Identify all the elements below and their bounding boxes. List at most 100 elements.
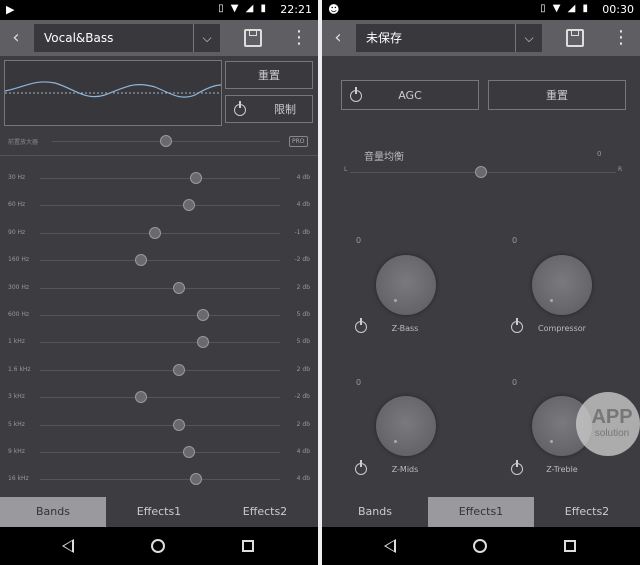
band-frequency-label: 300 Hz	[8, 284, 30, 291]
tab-bands[interactable]: Bands	[0, 497, 106, 527]
nav-recents-icon[interactable]	[564, 540, 576, 552]
status-icons: ▯ ▼ ◢ ▮	[218, 3, 268, 14]
more-vert-icon[interactable]: ⋮	[612, 27, 630, 49]
balance-thumb[interactable]	[475, 166, 487, 178]
tab-effects1[interactable]: Effects1	[106, 497, 212, 527]
band-gain-value: 4 db	[296, 475, 310, 482]
band-slider-track[interactable]	[40, 205, 280, 206]
reset-button[interactable]: 重置	[488, 80, 626, 110]
nav-home-icon[interactable]	[473, 539, 487, 553]
nav-back-icon[interactable]	[62, 539, 74, 553]
knob-indicator	[550, 440, 553, 443]
z-treble-value: 0	[512, 378, 518, 387]
band-gain-value: 4 db	[296, 201, 310, 208]
compressor-knob[interactable]	[532, 255, 592, 315]
watermark-line2: solution	[594, 428, 630, 439]
compressor-label: Compressor	[538, 324, 586, 333]
reset-label: 重置	[258, 69, 280, 82]
knob-indicator	[550, 299, 553, 302]
band-gain-value: -2 db	[294, 393, 310, 400]
tab-bands[interactable]: Bands	[322, 497, 428, 527]
z-mids-knob[interactable]	[376, 396, 436, 456]
limit-label: 限制	[274, 103, 296, 116]
band-slider-track[interactable]	[40, 370, 280, 371]
back-arrow-icon[interactable]: ‹	[328, 26, 348, 50]
band-slider-thumb[interactable]	[135, 254, 147, 266]
tab-effects2[interactable]: Effects2	[534, 497, 640, 527]
band-slider-thumb[interactable]	[183, 446, 195, 458]
status-bar: ▶ ▯ ▼ ◢ ▮ 22:21	[0, 0, 318, 20]
band-slider-track[interactable]	[40, 178, 280, 179]
agc-button[interactable]: AGC	[341, 80, 479, 110]
preamp-thumb[interactable]	[160, 135, 172, 147]
band-slider-track[interactable]	[40, 425, 280, 426]
nav-back-icon[interactable]	[384, 539, 396, 553]
chevron-down-icon[interactable]: ⌵	[193, 24, 220, 52]
band-frequency-label: 3 kHz	[8, 393, 25, 400]
band-gain-value: 2 db	[296, 421, 310, 428]
z-bass-knob[interactable]	[376, 255, 436, 315]
band-slider-track[interactable]	[40, 397, 280, 398]
band-slider-thumb[interactable]	[173, 282, 185, 294]
status-time: 22:21	[280, 3, 312, 16]
band-frequency-label: 5 kHz	[8, 421, 25, 428]
band-gain-value: 5 db	[296, 311, 310, 318]
band-slider-thumb[interactable]	[135, 391, 147, 403]
balance-left-label: L	[344, 166, 348, 173]
band-slider-track[interactable]	[40, 315, 280, 316]
band-slider-thumb[interactable]	[197, 336, 209, 348]
band-slider-thumb[interactable]	[183, 199, 195, 211]
knob-indicator	[394, 299, 397, 302]
agc-label: AGC	[398, 89, 422, 102]
status-time: 00:30	[602, 3, 634, 16]
preset-selector[interactable]: Vocal&Bass ⌵	[34, 24, 220, 52]
eq-curve-graph	[4, 60, 222, 126]
more-vert-icon[interactable]: ⋮	[290, 27, 308, 49]
nav-home-icon[interactable]	[151, 539, 165, 553]
band-frequency-label: 1.6 kHz	[8, 366, 31, 373]
limit-button[interactable]: 限制	[225, 95, 313, 123]
band-slider-track[interactable]	[40, 342, 280, 343]
status-icons: ▯ ▼ ◢ ▮	[540, 3, 590, 14]
band-slider-thumb[interactable]	[173, 419, 185, 431]
band-slider-thumb[interactable]	[190, 172, 202, 184]
reset-button[interactable]: 重置	[225, 61, 313, 89]
tab-effects1[interactable]: Effects1	[428, 497, 534, 527]
band-frequency-label: 30 Hz	[8, 174, 26, 181]
band-frequency-label: 9 kHz	[8, 448, 25, 455]
watermark-line1: APP	[591, 406, 633, 428]
band-gain-value: 2 db	[296, 284, 310, 291]
preset-name: Vocal&Bass	[44, 31, 114, 45]
band-slider-track[interactable]	[40, 452, 280, 453]
tab-effects2[interactable]: Effects2	[212, 497, 318, 527]
band-slider-thumb[interactable]	[197, 309, 209, 321]
compressor-value: 0	[512, 236, 518, 245]
nav-recents-icon[interactable]	[242, 540, 254, 552]
band-gain-value: 2 db	[296, 366, 310, 373]
eq-curve-line	[4, 81, 222, 98]
eq-curve-svg	[4, 81, 222, 98]
equalizer-bands-screen: ▶ ▯ ▼ ◢ ▮ 22:21 ‹ Vocal&Bass ⌵ ⋮ 重置 限制 前…	[0, 0, 318, 565]
band-slider-track[interactable]	[40, 288, 280, 289]
app-solution-watermark: APP solution	[576, 392, 640, 456]
chevron-down-icon[interactable]: ⌵	[515, 24, 542, 52]
z-mids-value: 0	[356, 378, 362, 387]
z-bass-label: Z-Bass	[391, 324, 419, 333]
band-gain-value: -1 db	[294, 229, 310, 236]
preset-selector[interactable]: 未保存 ⌵	[356, 24, 542, 52]
back-arrow-icon[interactable]: ‹	[6, 26, 26, 50]
save-icon[interactable]	[244, 29, 262, 47]
band-slider-track[interactable]	[40, 479, 280, 480]
balance-label: 音量均衡	[364, 152, 404, 163]
power-icon	[350, 87, 362, 102]
z-bass-value: 0	[356, 236, 362, 245]
band-slider-track[interactable]	[40, 260, 280, 261]
save-icon[interactable]	[566, 29, 584, 47]
android-notification-icon: ☻	[328, 3, 340, 16]
balance-value: 0	[597, 150, 602, 158]
balance-right-label: R	[618, 166, 623, 173]
band-slider-thumb[interactable]	[173, 364, 185, 376]
band-slider-thumb[interactable]	[190, 473, 202, 485]
band-slider-thumb[interactable]	[149, 227, 161, 239]
band-gain-value: 5 db	[296, 338, 310, 345]
